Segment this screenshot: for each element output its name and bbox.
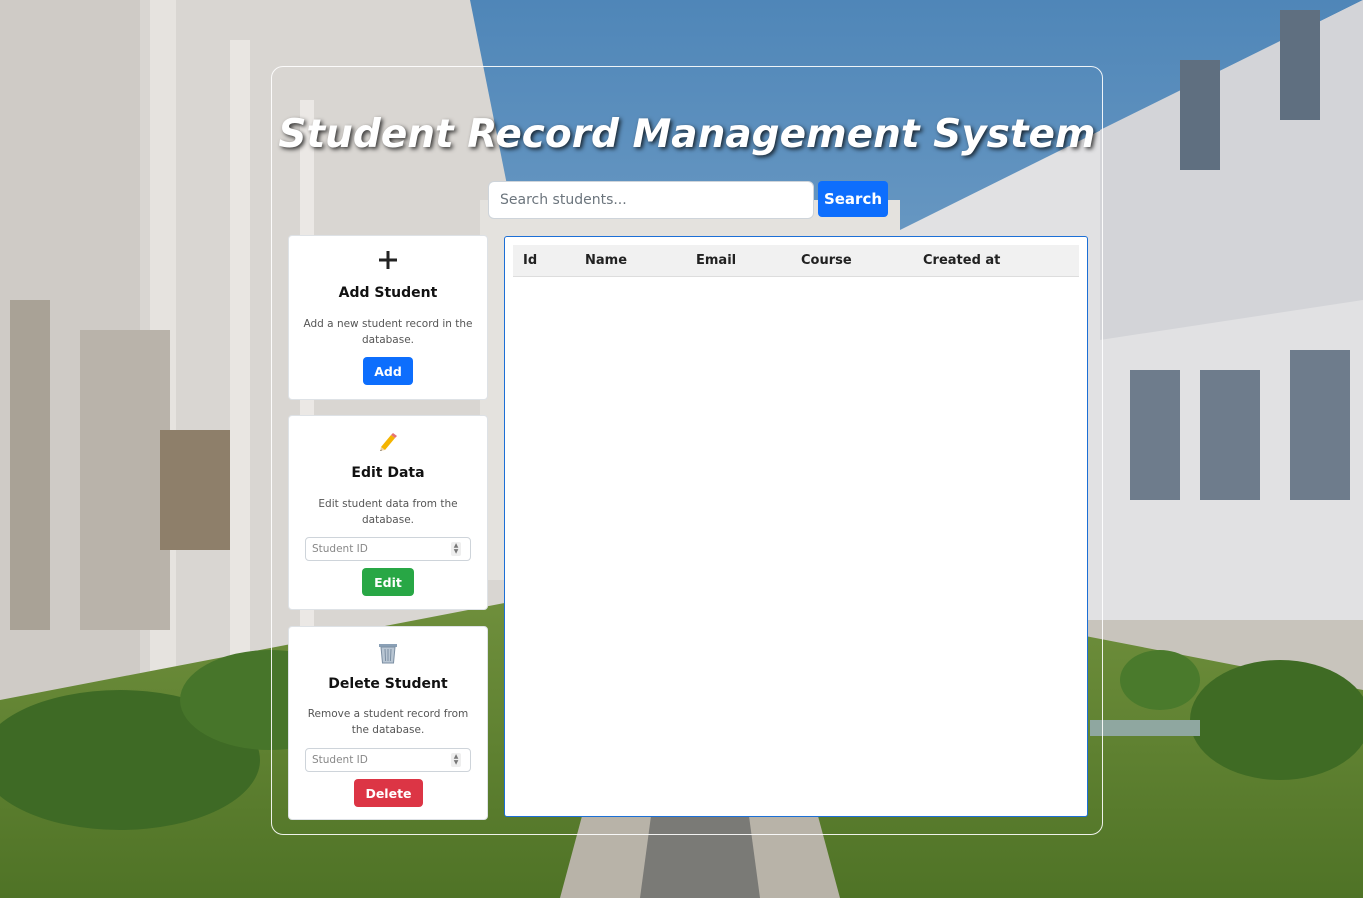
plus-icon (289, 250, 487, 270)
edit-data-title: Edit Data (351, 465, 425, 481)
column-header-course: Course (801, 252, 852, 268)
column-header-created-at: Created at (923, 252, 1001, 268)
search-input[interactable] (488, 181, 814, 219)
students-table-panel: Id Name Email Course Created at (504, 236, 1088, 817)
trash-icon (289, 642, 487, 664)
delete-student-title: Delete Student (328, 676, 448, 692)
edit-data-card: Edit Data Edit student data from the dat… (288, 415, 488, 610)
search-button[interactable]: Search (818, 181, 888, 217)
table-header-row: Id Name Email Course Created at (513, 245, 1079, 276)
delete-student-description: Remove a student record from the databas… (307, 708, 469, 736)
page-title: Student Record Management System (278, 112, 1096, 157)
add-student-title: Add Student (338, 285, 438, 301)
edit-data-description: Edit student data from the database. (318, 498, 458, 526)
column-header-email: Email (696, 252, 737, 268)
edit-student-id-input[interactable] (305, 537, 471, 561)
column-header-name: Name (585, 252, 628, 268)
delete-student-id-input[interactable] (305, 748, 471, 772)
add-student-description: Add a new student record in the database… (303, 318, 473, 346)
edit-id-stepper[interactable]: ▲ ▼ (451, 542, 461, 556)
pencil-icon (289, 432, 487, 452)
students-table: Id Name Email Course Created at (513, 245, 1079, 277)
delete-id-stepper[interactable]: ▲ ▼ (451, 753, 461, 767)
delete-button[interactable]: Delete (354, 779, 423, 807)
add-button[interactable]: Add (363, 357, 413, 385)
column-header-id: Id (523, 252, 538, 268)
add-student-card: Add Student Add a new student record in … (288, 235, 488, 400)
edit-button[interactable]: Edit (362, 568, 414, 596)
delete-student-card: Delete Student Remove a student record f… (288, 626, 488, 820)
